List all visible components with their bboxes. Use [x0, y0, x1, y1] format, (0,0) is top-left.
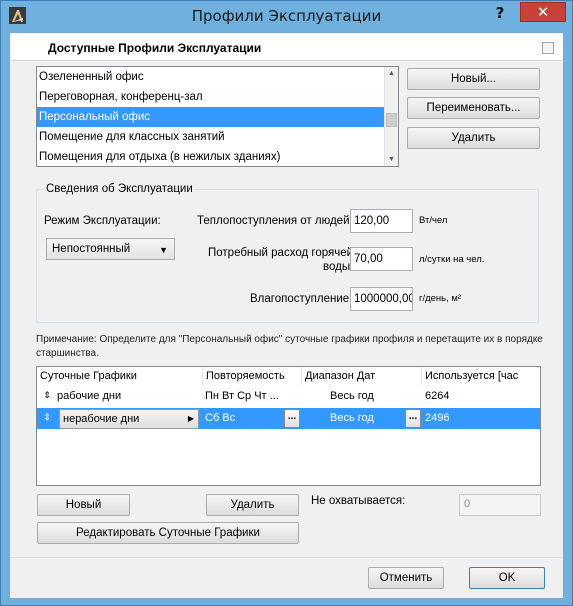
hot-water-label: Потребный расход горячей — [208, 247, 354, 259]
date-range-ellipsis-button[interactable]: ... — [405, 409, 421, 428]
column-header-used-hours[interactable]: Используется [час — [422, 367, 540, 385]
close-button[interactable]: ✕ — [520, 2, 566, 22]
column-header-repeat[interactable]: Повторяемость — [203, 367, 302, 385]
uncovered-label: Не охватывается: — [311, 495, 406, 507]
repeat-ellipsis-button[interactable]: ... — [284, 409, 300, 428]
dialog-window: Профили Эксплуатации ? ✕ Доступные Профи… — [0, 0, 573, 606]
repeat-cell: Сб Вс — [205, 412, 236, 424]
dialog-footer: Отменить OK — [11, 558, 562, 598]
new-profile-button[interactable]: Новый... — [407, 68, 540, 90]
moisture-gain-field[interactable]: 1000000,00 — [350, 287, 413, 311]
column-header-date-range[interactable]: Диапазон Дат — [302, 367, 422, 385]
delete-schedule-button[interactable]: Удалить — [206, 494, 299, 516]
date-range-cell: Весь год — [330, 412, 374, 424]
drag-handle-icon[interactable]: ⇕ — [41, 412, 53, 423]
uncovered-field: 0 — [459, 494, 541, 516]
used-hours-cell: 2496 — [425, 412, 450, 424]
daily-schedules-table[interactable]: Суточные Графики Повторяемость Диапазон … — [36, 366, 541, 486]
scroll-up-icon[interactable]: ▲ — [385, 67, 398, 80]
cancel-button[interactable]: Отменить — [368, 567, 444, 589]
chevron-right-icon: ▶ — [187, 414, 194, 423]
operation-mode-value: Непостоянный — [52, 243, 131, 255]
operation-mode-label: Режим Эксплуатации: — [44, 215, 161, 227]
used-hours-cell: 6264 — [425, 390, 450, 402]
operation-mode-select[interactable]: Непостоянный ▼ — [46, 238, 175, 260]
list-item[interactable]: Озелененный офис — [37, 67, 398, 87]
hot-water-label-2: воды: — [323, 261, 354, 273]
heat-gain-unit: Вт/чел — [419, 215, 448, 226]
drag-handle-icon[interactable]: ⇕ — [41, 390, 53, 401]
hot-water-unit: л/сутки на чел. — [419, 254, 485, 265]
operation-details-legend: Сведения об Эксплуатации — [44, 183, 195, 195]
collapse-toggle-icon[interactable] — [542, 42, 554, 54]
list-item[interactable]: Помещения для отдыха (в нежилых зданиях) — [37, 147, 398, 166]
heat-gain-label: Теплопоступления от людей: — [197, 215, 353, 227]
list-item[interactable]: Помещение для классных занятий — [37, 127, 398, 147]
repeat-cell: Пн Вт Ср Чт ... — [205, 390, 279, 402]
scroll-thumb[interactable] — [386, 113, 397, 127]
column-header-schedule[interactable]: Суточные Графики — [37, 367, 203, 385]
list-item-selected[interactable]: Персональный офис — [37, 107, 384, 127]
schedule-name-combo[interactable]: нерабочие дни ▶ — [59, 409, 199, 429]
chevron-down-icon: ▼ — [159, 245, 168, 255]
rename-profile-button[interactable]: Переименовать... — [407, 97, 540, 119]
heat-gain-field[interactable]: 120,00 — [350, 209, 413, 233]
schedule-name-cell: рабочие дни — [57, 390, 122, 402]
dialog-body: Доступные Профили Эксплуатации Озелененн… — [9, 32, 564, 599]
ok-button[interactable]: OK — [469, 567, 545, 589]
moisture-gain-unit: г/день, м² — [419, 293, 462, 304]
help-button[interactable]: ? — [489, 3, 511, 23]
title-bar[interactable]: Профили Эксплуатации ? ✕ — [1, 1, 572, 32]
list-item[interactable]: Переговорная, конференц-зал — [37, 87, 398, 107]
new-schedule-button[interactable]: Новый — [37, 494, 130, 516]
moisture-gain-label: Влагопоступление: — [250, 293, 353, 305]
date-range-cell: Весь год — [330, 390, 374, 402]
profiles-list[interactable]: Озелененный офис Переговорная, конференц… — [36, 66, 399, 167]
edit-daily-schedules-button[interactable]: Редактировать Суточные Графики — [37, 522, 299, 544]
hot-water-field[interactable]: 70,00 — [350, 247, 413, 271]
available-profiles-heading: Доступные Профили Эксплуатации — [48, 41, 262, 55]
delete-profile-button[interactable]: Удалить — [407, 127, 540, 149]
profiles-scrollbar[interactable]: ▲ ▼ — [384, 67, 398, 166]
header-band: Доступные Профили Эксплуатации — [11, 34, 562, 61]
note-text: Примечание: Определите для "Персональный… — [36, 334, 543, 359]
scroll-down-icon[interactable]: ▼ — [385, 153, 398, 166]
schedule-name-value: нерабочие дни — [63, 413, 140, 425]
window-title: Профили Эксплуатации — [191, 7, 382, 25]
